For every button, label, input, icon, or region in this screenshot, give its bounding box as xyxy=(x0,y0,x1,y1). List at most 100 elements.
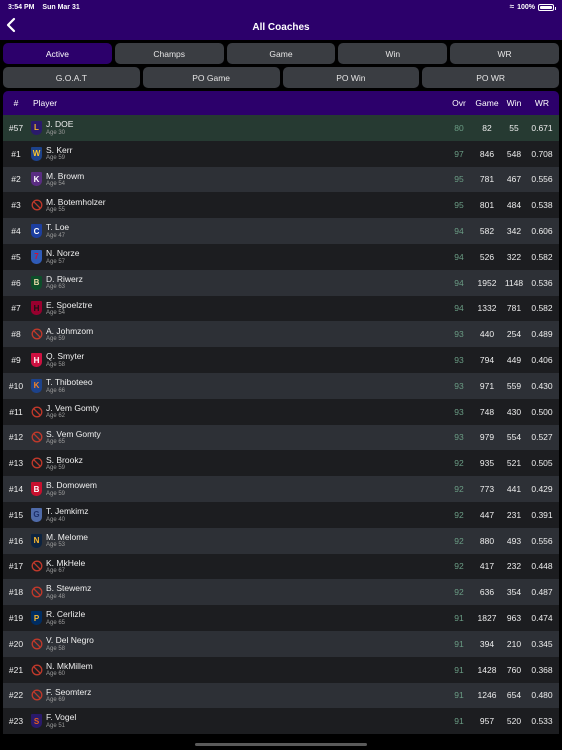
table-row[interactable]: #8 A. Johmzom Age 59 93 440 254 0.489 xyxy=(3,321,559,348)
player-age: Age 65 xyxy=(46,439,66,446)
rank-cell: #1 xyxy=(11,148,21,159)
header-ovr[interactable]: Ovr xyxy=(445,98,473,108)
ovr-cell: 94 xyxy=(454,277,464,288)
rank-cell: #12 xyxy=(8,432,24,443)
games-cell: 447 xyxy=(479,509,495,520)
table-row[interactable]: #2 K M. Browm Age 54 95 781 467 0.556 xyxy=(3,166,559,193)
player-name: D. Riwerz xyxy=(46,273,83,284)
team-logo-icon: S xyxy=(31,714,42,729)
rank-cell: #10 xyxy=(8,380,24,391)
player-info: E. Spoelztre Age 54 xyxy=(46,301,92,317)
table-row[interactable]: #5 7 N. Norze Age 57 94 526 322 0.582 xyxy=(3,243,559,270)
table-row[interactable]: #7 H E. Spoelztre Age 54 94 1332 781 0.582 xyxy=(3,295,559,322)
filter-po-win-button[interactable]: PO Win xyxy=(282,67,420,88)
player-name: R. Cerlizle xyxy=(46,609,86,620)
player-age: Age 59 xyxy=(46,490,66,497)
table-row[interactable]: #12 S. Vem Gomty Age 65 93 979 554 0.527 xyxy=(3,424,559,451)
ovr-cell: 93 xyxy=(454,329,464,340)
wins-cell: 342 xyxy=(506,226,522,237)
rank-cell: #17 xyxy=(8,561,24,572)
header-win[interactable]: Win xyxy=(501,98,527,108)
ovr-cell: 80 xyxy=(454,122,464,133)
player-age: Age 57 xyxy=(46,258,66,265)
header-player[interactable]: Player xyxy=(29,98,445,108)
team-logo-icon: P xyxy=(31,611,42,626)
table-row-current-user[interactable]: #57 L J. DOE Age 30 80 82 55 0.671 xyxy=(3,115,559,141)
player-info: M. Browm Age 54 xyxy=(46,172,84,188)
wins-cell: 1148 xyxy=(504,277,524,288)
filter-po-game-button[interactable]: PO Game xyxy=(142,67,280,88)
player-age: Age 66 xyxy=(46,387,66,394)
header-rank[interactable]: # xyxy=(3,98,29,108)
table-row[interactable]: #22 F. Seomterz Age 69 91 1246 654 0.480 xyxy=(3,682,559,709)
table-row[interactable]: #19 P R. Cerlizle Age 65 91 1827 963 0.474 xyxy=(3,605,559,631)
table-row[interactable]: #17 K. MkHele Age 67 92 417 232 0.448 xyxy=(3,553,559,580)
header-game[interactable]: Game xyxy=(473,98,501,108)
table-row[interactable]: #18 B. Stewemz Age 48 92 636 354 0.487 xyxy=(3,579,559,606)
filter-active-button[interactable]: Active xyxy=(3,43,112,64)
table-row[interactable]: #9 H Q. Smyter Age 58 93 794 449 0.406 xyxy=(3,347,559,373)
table-row[interactable]: #23 S F. Vogel Age 51 91 957 520 0.533 xyxy=(3,708,559,735)
player-name: N. Norze xyxy=(46,248,80,259)
filter-g-o-a-t-button[interactable]: G.O.A.T xyxy=(3,67,140,88)
player-age: Age 65 xyxy=(46,619,66,626)
table-body: #57 L J. DOE Age 30 80 82 55 0.671 #1 W S. Kerr Age… xyxy=(3,115,559,735)
wins-cell: 254 xyxy=(506,329,522,340)
rank-cell: #13 xyxy=(8,458,24,469)
rank-cell: #21 xyxy=(8,664,24,675)
player-cell: H E. Spoelztre Age 54 xyxy=(29,301,445,317)
table-row[interactable]: #14 B B. Domowem Age 59 92 773 441 0.429 xyxy=(3,476,559,502)
wins-cell: 232 xyxy=(506,561,522,572)
no-team-icon xyxy=(31,560,43,572)
player-cell: F. Seomterz Age 69 xyxy=(29,688,445,703)
rank-cell: #7 xyxy=(11,303,21,314)
player-cell: N. MkMillem Age 60 xyxy=(29,662,445,677)
player-name: M. Melome xyxy=(46,531,89,542)
table-row[interactable]: #4 C T. Loe Age 47 94 582 342 0.606 xyxy=(3,218,559,244)
filter-po-wr-button[interactable]: PO WR xyxy=(422,67,559,88)
player-cell: K T. Thiboteeo Age 66 xyxy=(29,378,445,394)
games-cell: 417 xyxy=(479,561,495,572)
no-team-icon xyxy=(31,586,43,598)
table-row[interactable]: #6 B D. Riwerz Age 63 94 1952 1148 0.536 xyxy=(3,269,559,296)
table-row[interactable]: #21 N. MkMillem Age 60 91 1428 760 0.368 xyxy=(3,656,559,683)
table-row[interactable]: #10 K T. Thiboteeo Age 66 93 971 559 0.430 xyxy=(3,372,559,399)
table-row[interactable]: #20 V. Del Negro Age 58 91 394 210 0.345 xyxy=(3,630,559,657)
player-age: Age 54 xyxy=(46,181,66,188)
rank-cell: #15 xyxy=(8,509,24,520)
wins-cell: 322 xyxy=(506,251,522,262)
win-rate-cell: 0.430 xyxy=(531,380,553,391)
player-cell: A. Johmzom Age 59 xyxy=(29,327,445,342)
player-age: Age 67 xyxy=(46,568,66,575)
games-cell: 526 xyxy=(479,251,495,262)
player-info: F. Vogel Age 51 xyxy=(46,713,76,729)
player-info: Q. Smyter Age 58 xyxy=(46,352,84,368)
ovr-cell: 93 xyxy=(454,355,464,366)
player-info: N. Norze Age 57 xyxy=(46,249,80,265)
player-cell: C T. Loe Age 47 xyxy=(29,223,445,239)
win-rate-cell: 0.582 xyxy=(531,251,553,262)
header-wr[interactable]: WR xyxy=(527,98,559,108)
win-rate-cell: 0.505 xyxy=(531,458,553,469)
player-cell: V. Del Negro Age 58 xyxy=(29,636,445,652)
table-row[interactable]: #13 S. Brookz Age 59 92 935 521 0.505 xyxy=(3,450,559,477)
table-row[interactable]: #15 G T. Jemkimz Age 40 92 447 231 0.391 xyxy=(3,501,559,528)
player-info: T. Jemkimz Age 40 xyxy=(46,507,89,523)
win-rate-cell: 0.708 xyxy=(531,148,553,159)
table-row[interactable]: #3 M. Botemholzer Age 55 95 801 484 0.538 xyxy=(3,192,559,219)
filter-champs-button[interactable]: Champs xyxy=(114,43,224,64)
table-row[interactable]: #1 W S. Kerr Age 59 97 846 548 0.708 xyxy=(3,140,559,167)
filter-game-button[interactable]: Game xyxy=(226,43,336,64)
rank-cell: #22 xyxy=(8,690,24,701)
wins-cell: 484 xyxy=(506,200,522,211)
filter-wr-button[interactable]: WR xyxy=(450,43,559,64)
player-cell: N M. Melome Age 53 xyxy=(29,531,445,548)
filter-win-button[interactable]: Win xyxy=(338,43,448,64)
table-row[interactable]: #16 N M. Melome Age 53 92 880 493 0.556 xyxy=(3,527,559,554)
back-button[interactable] xyxy=(6,17,22,37)
ovr-cell: 92 xyxy=(454,561,464,572)
player-cell: K. MkHele Age 67 xyxy=(29,559,445,575)
ovr-cell: 91 xyxy=(454,638,464,649)
table-row[interactable]: #11 J. Vem Gomty Age 62 93 748 430 0.500 xyxy=(3,398,559,425)
games-cell: 971 xyxy=(479,380,495,391)
